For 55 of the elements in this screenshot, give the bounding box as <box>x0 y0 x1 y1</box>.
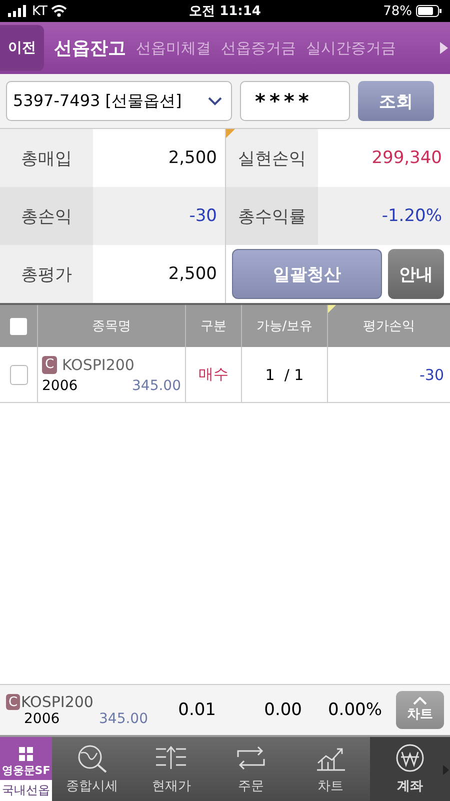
summary-label: 총수익률 <box>225 187 318 245</box>
tab-bar-item[interactable]: 종합시세 <box>52 737 132 801</box>
table-cell: 1 / 1 <box>265 366 304 384</box>
summary-label: 총평가 <box>0 245 93 303</box>
product-code: 2006 <box>42 378 78 394</box>
quote-change: 0.00 <box>263 700 302 720</box>
product-name: KOSPI200 <box>62 356 134 374</box>
quote-rate: 0.00% <box>326 700 382 720</box>
query-button[interactable]: 조회 <box>358 81 434 121</box>
column-header[interactable]: 구분 <box>186 305 242 347</box>
chevron-down-icon <box>207 96 223 106</box>
back-button[interactable]: 이전 <box>0 25 44 71</box>
signal-icon <box>8 5 28 17</box>
column-header[interactable]: 평가손익 <box>328 305 450 347</box>
scroll-right-icon <box>440 42 448 54</box>
tab-bar-item[interactable]: 차트 <box>290 737 370 801</box>
select-all-checkbox[interactable] <box>10 318 27 334</box>
scroll-right-icon <box>443 765 449 775</box>
carrier-name: KT <box>32 4 48 18</box>
chart-button[interactable]: 차트 <box>396 691 444 729</box>
battery-percent: 78% <box>383 4 412 18</box>
column-header[interactable]: 가능/보유 <box>242 305 328 347</box>
liquidate-button[interactable]: 일괄청산 <box>232 249 382 299</box>
password-field[interactable]: **** <box>240 81 350 121</box>
call-badge: C <box>42 356 57 374</box>
tab-bar-item[interactable]: 계좌 <box>370 737 450 801</box>
table-cell: -30 <box>420 366 444 384</box>
call-badge: C <box>6 694 20 710</box>
quote-price: 0.01 <box>177 700 216 720</box>
caret-up-icon <box>412 697 428 705</box>
guide-button[interactable]: 안내 <box>388 249 444 299</box>
strike-price: 345.00 <box>132 378 181 394</box>
grid-icon <box>19 747 33 761</box>
account-dropdown[interactable]: 5397-7493 [선물옵션] <box>6 81 232 121</box>
row-checkbox[interactable] <box>10 364 28 384</box>
summary-label: 총매입 <box>0 129 93 187</box>
strike-price: 345.00 <box>99 711 148 727</box>
summary-label: 실현손익 <box>225 129 318 187</box>
table-cell: 매수 <box>198 365 228 384</box>
wifi-icon <box>51 5 68 17</box>
header-tab[interactable]: 선옵미체결 <box>136 38 211 58</box>
summary-label: 총손익 <box>0 187 93 245</box>
product-code: 2006 <box>24 711 60 727</box>
header-tab[interactable]: 선옵증거금 <box>221 38 296 58</box>
header-tab[interactable]: 선옵잔고 <box>54 36 126 60</box>
column-header[interactable]: 종목명 <box>38 305 186 347</box>
app-menu-button[interactable]: 영웅문SF 국내선옵 <box>0 737 52 801</box>
summary-value: -1.20% <box>318 187 450 245</box>
battery-icon <box>416 5 442 17</box>
tab-bar-item[interactable]: 주문 <box>211 737 291 801</box>
tab-bar-item[interactable]: 현재가 <box>132 737 212 801</box>
summary-value: -30 <box>93 187 225 245</box>
header-tab[interactable]: 실시간증거금 <box>306 38 396 58</box>
product-name: KOSPI200 <box>21 693 94 711</box>
clock-time: 오전 11:14 <box>189 3 261 20</box>
